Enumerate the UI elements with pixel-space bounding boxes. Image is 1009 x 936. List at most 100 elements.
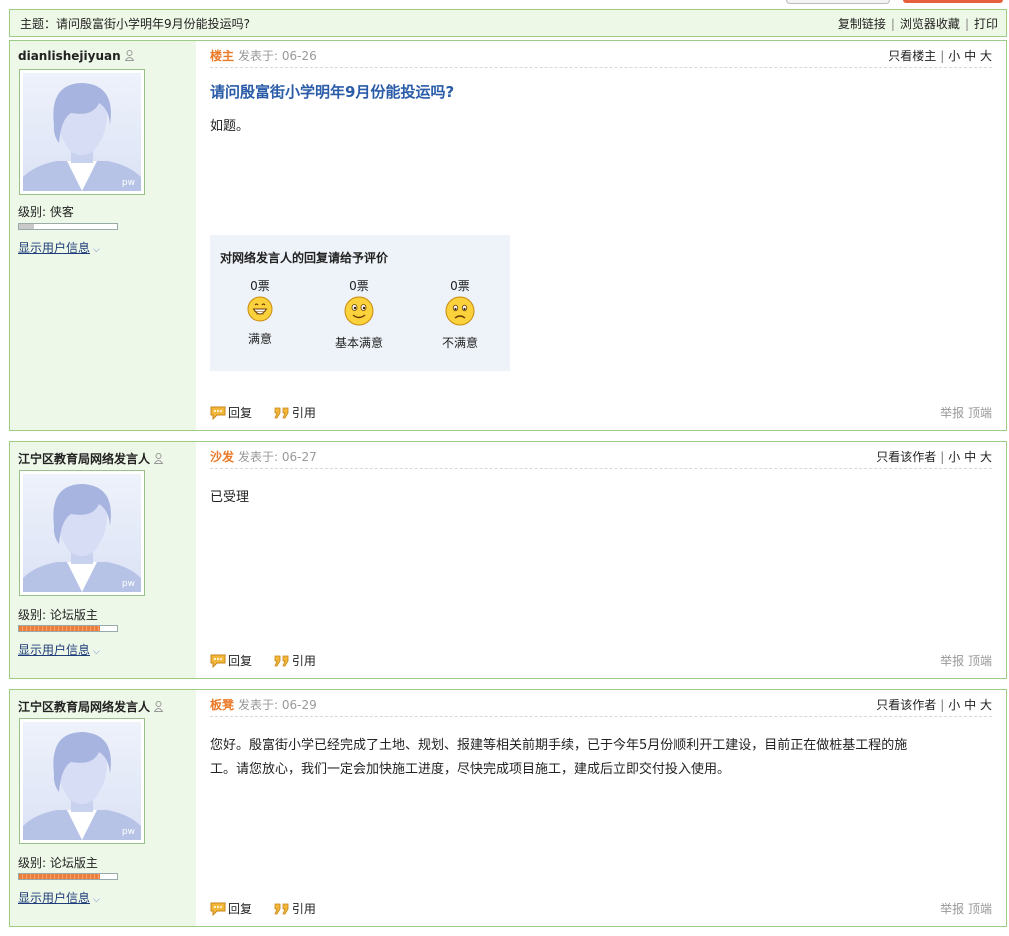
post-footer-right: 举报 顶端 — [940, 404, 992, 421]
post-footer: 回复 引用 举报 顶端 — [210, 652, 992, 668]
reply-button[interactable]: 回复 — [210, 404, 252, 421]
topic-bar: 主题：请问殷富街小学明年9月份能投运吗? 复制链接 | 浏览器收藏 | 打印 — [9, 9, 1007, 37]
post-header: 楼主 发表于: 06-26 只看楼主 | 小 中 大 — [210, 47, 992, 68]
topic-actions: 复制链接 | 浏览器收藏 | 打印 — [837, 16, 998, 31]
user-icon — [124, 50, 134, 61]
post-content: 沙发 发表于: 06-27 只看该作者 | 小 中 大 已受理 回复 引用 举报 顶端 — [210, 442, 992, 678]
show-user-info-link[interactable]: 显示用户信息 ⌵ — [18, 239, 100, 256]
rating-option-satisfied[interactable]: 0票 满意 — [230, 277, 290, 347]
pw-watermark: pw — [121, 579, 135, 589]
level-progress-bar — [18, 223, 118, 230]
post-header-actions: 只看楼主 | 小 中 大 — [888, 49, 992, 63]
rating-label: 基本满意 — [334, 336, 383, 350]
post-floor-1: dianlishejiyuan pw 级别: 侠客 显示用户信息 ⌵ 楼主 发表于:… — [9, 40, 1007, 431]
avatar[interactable]: pw — [19, 69, 145, 195]
post-time: 发表于: 06-29 — [238, 698, 317, 712]
font-medium-link[interactable]: 中 — [964, 450, 976, 464]
font-small-link[interactable]: 小 — [948, 698, 960, 712]
quote-button[interactable]: 引用 — [274, 652, 316, 669]
rating-panel: 对网络发言人的回复请给予评价 0票 满意 0票 基本满意 0票 不满意 — [210, 235, 510, 371]
reply-icon — [210, 902, 226, 916]
user-icon — [154, 453, 164, 464]
user-level: 级别: 论坛版主 — [18, 856, 98, 870]
post-header-actions: 只看该作者 | 小 中 大 — [876, 698, 992, 712]
back-to-top-link[interactable]: 顶端 — [968, 406, 992, 420]
level-progress-fill — [19, 874, 101, 879]
quote-button[interactable]: 引用 — [274, 900, 316, 917]
avatar[interactable]: pw — [19, 470, 145, 596]
reply-icon — [210, 654, 226, 668]
quote-icon — [274, 655, 289, 666]
level-progress-fill — [19, 224, 34, 229]
vote-count: 0票 — [349, 279, 369, 293]
post-header-actions: 只看该作者 | 小 中 大 — [876, 450, 992, 464]
username[interactable]: 江宁区教育局网络发言人 — [18, 698, 164, 715]
back-to-top-link[interactable]: 顶端 — [968, 902, 992, 916]
post-footer: 回复 引用 举报 顶端 — [210, 900, 992, 916]
print-button[interactable]: 打印 — [974, 17, 998, 31]
chevron-down-icon: ⌵ — [93, 895, 100, 905]
post-time: 发表于: 06-27 — [238, 450, 317, 464]
default-avatar-icon — [23, 83, 141, 191]
top-button-stub — [903, 0, 1003, 3]
font-large-link[interactable]: 大 — [980, 49, 992, 63]
avatar[interactable]: pw — [19, 718, 145, 844]
report-link[interactable]: 举报 — [940, 406, 964, 420]
post-footer-right: 举报 顶端 — [940, 652, 992, 669]
back-to-top-link[interactable]: 顶端 — [968, 654, 992, 668]
view-only-author-link[interactable]: 只看该作者 — [876, 450, 936, 464]
font-small-link[interactable]: 小 — [948, 450, 960, 464]
post-content: 板凳 发表于: 06-29 只看该作者 | 小 中 大 您好。殷富街小学已经完成了土地… — [210, 690, 992, 926]
quote-button[interactable]: 引用 — [274, 404, 316, 421]
post-body-line: 您好。殷富街小学已经完成了土地、规划、报建等相关前期手续，已于今年5月份顺利开工… — [210, 738, 908, 753]
smiling-face-icon — [344, 296, 374, 326]
post-body: 如题。 — [210, 119, 250, 134]
level-progress-bar — [18, 873, 118, 880]
report-link[interactable]: 举报 — [940, 902, 964, 916]
username[interactable]: dianlishejiyuan — [18, 49, 134, 63]
post-body-line: 工。请您放心，我们一定会加快施工进度，尽快完成项目施工，建成后立即交付投入使用。 — [210, 762, 731, 777]
user-level: 级别: 侠客 — [18, 205, 74, 219]
reply-icon — [210, 406, 226, 420]
rating-option-dissatisfied[interactable]: 0票 不满意 — [430, 277, 490, 351]
grinning-face-icon — [247, 296, 273, 322]
rating-option-basically-satisfied[interactable]: 0票 基本满意 — [329, 277, 389, 351]
user-sidebar: dianlishejiyuan pw 级别: 侠客 显示用户信息 ⌵ — [10, 41, 196, 430]
user-sidebar: 江宁区教育局网络发言人 pw 级别: 论坛版主 显示用户信息 ⌵ — [10, 690, 196, 926]
post-header: 沙发 发表于: 06-27 只看该作者 | 小 中 大 — [210, 448, 992, 469]
font-medium-link[interactable]: 中 — [964, 698, 976, 712]
post-time: 发表于: 06-26 — [238, 49, 317, 63]
user-level: 级别: 论坛版主 — [18, 608, 98, 622]
username[interactable]: 江宁区教育局网络发言人 — [18, 450, 164, 467]
post-footer: 回复 引用 举报 顶端 — [210, 404, 992, 420]
report-link[interactable]: 举报 — [940, 654, 964, 668]
pw-watermark: pw — [121, 178, 135, 188]
font-small-link[interactable]: 小 — [948, 49, 960, 63]
copy-link-button[interactable]: 复制链接 — [838, 17, 886, 31]
post-header: 板凳 发表于: 06-29 只看该作者 | 小 中 大 — [210, 696, 992, 717]
vote-count: 0票 — [250, 279, 270, 293]
view-only-author-link[interactable]: 只看楼主 — [888, 49, 936, 63]
floor-label: 楼主 — [210, 49, 235, 63]
level-progress-bar — [18, 625, 118, 632]
chevron-down-icon: ⌵ — [93, 647, 100, 657]
floor-label: 沙发 — [210, 450, 235, 464]
user-icon — [154, 701, 164, 712]
font-medium-link[interactable]: 中 — [964, 49, 976, 63]
reply-button[interactable]: 回复 — [210, 652, 252, 669]
post-body: 已受理 — [210, 490, 250, 505]
post-footer-right: 举报 顶端 — [940, 900, 992, 917]
view-only-author-link[interactable]: 只看该作者 — [876, 698, 936, 712]
font-large-link[interactable]: 大 — [980, 450, 992, 464]
reply-button[interactable]: 回复 — [210, 900, 252, 917]
quote-icon — [274, 903, 289, 914]
show-user-info-link[interactable]: 显示用户信息 ⌵ — [18, 641, 100, 658]
show-user-info-link[interactable]: 显示用户信息 ⌵ — [18, 889, 100, 906]
font-large-link[interactable]: 大 — [980, 698, 992, 712]
pw-watermark: pw — [121, 827, 135, 837]
default-avatar-icon — [23, 732, 141, 840]
top-tab-stub — [786, 0, 890, 4]
quote-icon — [274, 407, 289, 418]
bookmark-button[interactable]: 浏览器收藏 — [900, 17, 960, 31]
post-floor-2: 江宁区教育局网络发言人 pw 级别: 论坛版主 显示用户信息 ⌵ 沙发 发表于: 0… — [9, 441, 1007, 679]
